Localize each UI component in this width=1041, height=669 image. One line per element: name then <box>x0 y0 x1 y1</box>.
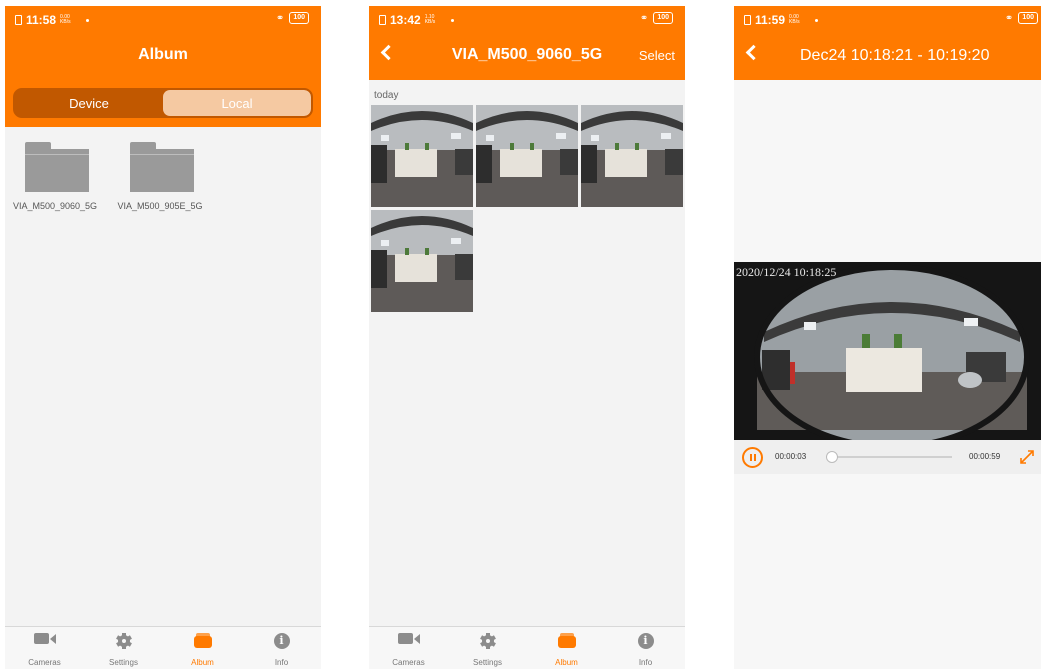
date-section-label: today <box>374 90 399 101</box>
folder-icon <box>25 142 89 192</box>
segment-device[interactable]: Device <box>15 90 163 116</box>
folder-icon <box>130 142 194 192</box>
page-title: Album <box>138 46 188 63</box>
back-arrow-icon[interactable] <box>745 44 762 61</box>
battery-icon: 100 <box>289 12 309 24</box>
network-speed: 1.10 KB/s <box>424 14 436 25</box>
wifi-icon: ⚭ <box>275 12 285 24</box>
battery-icon: 100 <box>1018 12 1038 24</box>
page-title: VIA_M500_9060_5G <box>451 46 603 63</box>
folder-name: VIA_M500_905E_5G <box>117 201 203 211</box>
album-icon <box>557 633 576 648</box>
page-title: Dec24 10:18:21 - 10:19:20 <box>800 47 990 64</box>
current-time: 00:00:03 <box>775 452 807 461</box>
network-speed: 0.00 KB/s <box>60 14 71 25</box>
duration-time: 00:00:59 <box>969 452 1001 461</box>
video-timestamp: 2020/12/24 10:18:25 <box>736 265 837 279</box>
tab-cameras[interactable]: Cameras <box>369 627 448 669</box>
status-time: 11:59 <box>755 13 786 27</box>
sim-icon <box>379 15 386 25</box>
video-camera-icon <box>397 633 420 651</box>
gear-icon <box>115 633 132 649</box>
notification-dot-icon <box>815 18 819 22</box>
title-bar: Album <box>5 32 321 80</box>
status-time: 11:58 <box>26 13 57 27</box>
sim-icon <box>15 15 22 25</box>
notification-dot-icon <box>86 18 90 22</box>
info-icon: i <box>273 633 290 649</box>
media-thumbnail[interactable] <box>581 105 683 207</box>
title-bar: Dec24 10:18:21 - 10:19:20 <box>734 32 1041 80</box>
media-thumbnail[interactable] <box>476 105 578 207</box>
video-player-screen: 11:59 0.00 KB/s ⚭ 100 Dec24 10:18:21 - 1… <box>734 6 1041 669</box>
tab-album[interactable]: Album <box>527 627 606 669</box>
bottom-tab-bar: Cameras Settings Album i Info <box>5 626 321 669</box>
folder-screen: 13:42 1.10 KB/s ⚭ 100 VIA_M500_9060_5G S… <box>369 6 685 669</box>
info-icon: i <box>637 633 654 649</box>
status-bar: 11:58 0.00 KB/s ⚭ 100 <box>5 6 321 32</box>
video-camera-icon <box>33 633 56 651</box>
source-segment-bar: Device Local <box>5 80 321 127</box>
seek-bar[interactable] <box>826 451 952 463</box>
network-speed: 0.00 KB/s <box>789 14 800 25</box>
notification-dot-icon <box>450 18 454 22</box>
tab-info[interactable]: i Info <box>606 627 685 669</box>
segment-local[interactable]: Local <box>163 90 311 116</box>
folder-name: VIA_M500_9060_5G <box>12 201 98 211</box>
pause-icon[interactable] <box>742 447 763 468</box>
status-time: 13:42 <box>390 13 421 27</box>
tab-settings[interactable]: Settings <box>448 627 527 669</box>
tab-info[interactable]: i Info <box>242 627 321 669</box>
source-segmented-control: Device Local <box>13 88 313 118</box>
seek-knob[interactable] <box>826 451 839 463</box>
tab-album[interactable]: Album <box>163 627 242 669</box>
wifi-icon: ⚭ <box>1004 12 1014 24</box>
fullscreen-icon[interactable] <box>1018 448 1036 466</box>
battery-icon: 100 <box>653 12 673 24</box>
status-bar: 13:42 1.10 KB/s ⚭ 100 <box>369 6 685 32</box>
tab-settings[interactable]: Settings <box>84 627 163 669</box>
title-bar: VIA_M500_9060_5G Select <box>369 32 685 80</box>
video-frame[interactable]: 2020/12/24 10:18:25 <box>734 262 1041 440</box>
select-button[interactable]: Select <box>639 48 675 63</box>
folder-item[interactable]: VIA_M500_905E_5G <box>110 129 210 211</box>
sim-icon <box>744 15 751 25</box>
gear-icon <box>479 633 496 649</box>
status-bar: 11:59 0.00 KB/s ⚭ 100 <box>734 6 1041 32</box>
album-screen: 11:58 0.00 KB/s ⚭ 100 Album Device Local… <box>5 6 321 669</box>
wifi-icon: ⚭ <box>639 12 649 24</box>
playback-controls: 00:00:03 00:00:59 <box>734 440 1041 474</box>
media-thumbnail[interactable] <box>371 105 473 207</box>
album-icon <box>193 633 212 648</box>
media-thumbnail[interactable] <box>371 210 473 312</box>
folder-item[interactable]: VIA_M500_9060_5G <box>5 129 105 211</box>
bottom-tab-bar: Cameras Settings Album i Info <box>369 626 685 669</box>
tab-cameras[interactable]: Cameras <box>5 627 84 669</box>
